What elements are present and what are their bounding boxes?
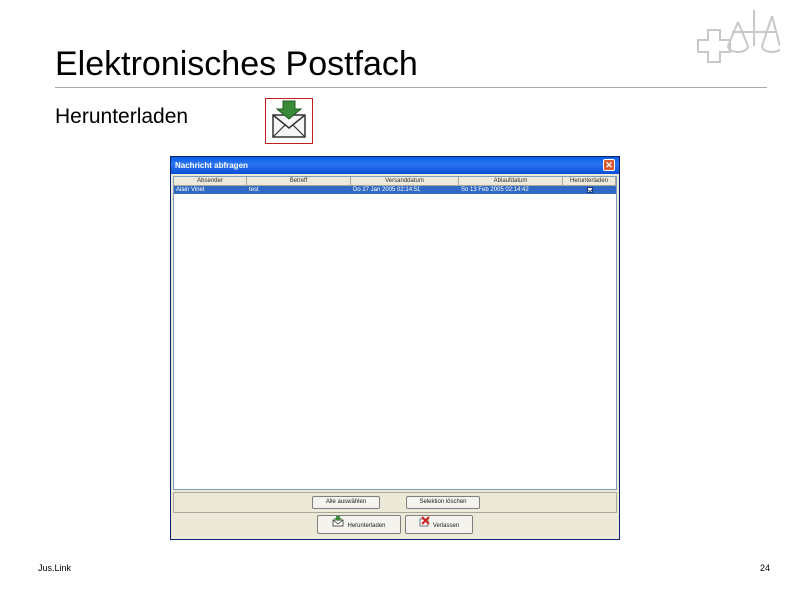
column-header-subject[interactable]: Betreff: [247, 177, 351, 186]
download-button[interactable]: Herunterladen: [317, 515, 401, 534]
column-header-sender[interactable]: Absender: [174, 177, 247, 186]
leave-button[interactable]: Verlassen: [405, 515, 473, 534]
cell-sender: Alain Vinet: [176, 187, 205, 193]
column-header-sent-date[interactable]: Versanddatum: [351, 177, 459, 186]
window-titlebar[interactable]: Nachricht abfragen ✕: [171, 157, 619, 174]
close-icon[interactable]: ✕: [603, 159, 615, 171]
column-header-download[interactable]: Herunterladen: [563, 177, 616, 186]
slide-subtitle: Herunterladen: [55, 105, 189, 128]
messages-table: Absender Betreff Versanddatum Ablaufdatu…: [173, 176, 617, 490]
leave-icon: [419, 516, 430, 535]
footer-brand: Jus.Link: [38, 563, 72, 573]
page-number: 24: [760, 563, 771, 573]
cell-subject: test: [249, 187, 259, 193]
clear-selection-button[interactable]: Selektion löschen: [406, 496, 480, 509]
select-all-button[interactable]: Alle auswählen: [312, 496, 380, 509]
cell-sent-date: Do 27 Jan 2005 02:14:51: [353, 187, 421, 193]
table-row[interactable]: Alain Vinet test Do 27 Jan 2005 02:14:51…: [174, 186, 616, 194]
leave-button-label: Verlassen: [432, 523, 460, 530]
cell-expiry-date: So 13 Feb 2005 02:14:42: [461, 187, 529, 193]
swiss-cross-scales-logo: [697, 10, 780, 63]
title-divider: [55, 87, 767, 88]
window-title: Nachricht abfragen: [175, 161, 248, 170]
checkbox-checked-icon[interactable]: [587, 187, 593, 193]
selection-panel: Alle auswählen Selektion löschen: [173, 492, 617, 513]
column-header-expiry-date[interactable]: Ablaufdatum: [459, 177, 563, 186]
table-header: Absender Betreff Versanddatum Ablaufdatu…: [174, 177, 616, 186]
message-query-window: Nachricht abfragen ✕ Absender Betreff Ve…: [170, 156, 620, 540]
download-button-label: Herunterladen: [347, 523, 386, 530]
download-mail-icon: [265, 98, 313, 144]
download-icon: [332, 516, 344, 535]
slide-title: Elektronisches Postfach: [55, 45, 418, 83]
